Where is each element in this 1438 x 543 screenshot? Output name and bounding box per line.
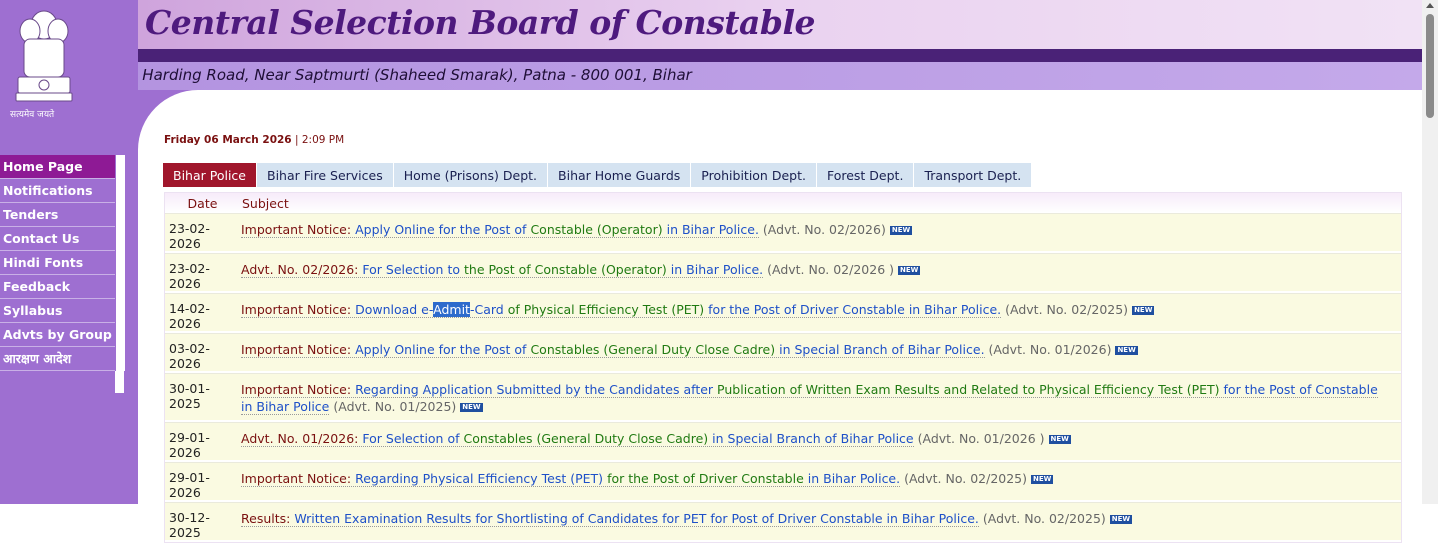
table-row: 29-01-2026 Important Notice: Regarding P…: [165, 462, 1401, 502]
nav-item-reservation-order[interactable]: आरक्षण आदेश: [0, 347, 125, 371]
nav-item-hindi-fonts[interactable]: Hindi Fonts: [0, 251, 125, 275]
notice-link[interactable]: Results: Written Examination Results for…: [241, 511, 979, 527]
notice-link[interactable]: Important Notice: Regarding Physical Eff…: [241, 471, 901, 487]
header-stripe: [112, 49, 1422, 62]
row-date: 23-02-2026: [169, 261, 210, 291]
table-row: 30-12-2025 Results: Written Examination …: [165, 502, 1401, 542]
tab-bihar-home-guards[interactable]: Bihar Home Guards: [548, 163, 692, 187]
table-row: 23-02-2026 Important Notice: Apply Onlin…: [165, 213, 1401, 253]
new-badge-icon: NEW: [898, 266, 921, 275]
table-row: 03-02-2026 Important Notice: Apply Onlin…: [165, 333, 1401, 373]
row-subject: Important Notice: Apply Online for the P…: [241, 342, 1138, 358]
row-date: 29-01-2026: [169, 470, 210, 500]
nav-spacer: [0, 371, 124, 393]
page-scrollbar[interactable]: [1422, 0, 1438, 504]
row-date: 23-02-2026: [169, 221, 210, 251]
nav-item-syllabus[interactable]: Syllabus: [0, 299, 125, 323]
date-time-bar: Friday 06 March 2026 | 2:09 PM: [164, 134, 344, 146]
new-badge-icon: NEW: [1132, 306, 1155, 315]
site-title: Central Selection Board of Constable: [145, 3, 816, 42]
notice-link[interactable]: Important Notice: Apply Online for the P…: [241, 342, 985, 358]
nav-item-notifications[interactable]: Notifications: [0, 179, 125, 203]
new-badge-icon: NEW: [460, 403, 483, 412]
row-subject: Important Notice: Download e-Admit-Card …: [241, 302, 1155, 318]
row-subject: Important Notice: Regarding Physical Eff…: [241, 471, 1054, 487]
emblem-motto: सत्यमेव जयते: [10, 110, 55, 120]
table-row: 30-01-2025 Important Notice: Regarding A…: [165, 373, 1401, 422]
nav-item-advts-by-group[interactable]: Advts by Group: [0, 323, 125, 347]
nav-item-tenders[interactable]: Tenders: [0, 203, 125, 227]
new-badge-icon: NEW: [889, 226, 913, 235]
row-subject: Advt. No. 01/2026: For Selection of Cons…: [241, 431, 1071, 447]
row-date: 29-01-2026: [169, 430, 210, 460]
row-subject: Advt. No. 02/2026: For Selection to the …: [241, 262, 921, 278]
tab-home-prisons-dept[interactable]: Home (Prisons) Dept.: [393, 163, 549, 187]
current-date: Friday 06 March 2026: [164, 134, 292, 146]
table-row: 14-02-2026 Important Notice: Download e-…: [165, 293, 1401, 333]
row-subject: Results: Written Examination Results for…: [241, 511, 1133, 527]
notice-link[interactable]: Important Notice: Download e-Admit-Card …: [241, 302, 1002, 318]
sidebar-nav: Home Page Notifications Tenders Contact …: [0, 155, 125, 393]
row-date: 30-12-2025: [169, 510, 210, 540]
column-header-date: Date: [187, 195, 218, 211]
tab-bihar-fire-services[interactable]: Bihar Fire Services: [257, 163, 394, 187]
column-header-subject: Subject: [242, 195, 289, 211]
nav-item-home-page[interactable]: Home Page: [0, 155, 125, 179]
site-address: 5 Harding Road, Near Saptmurti (Shaheed …: [128, 66, 692, 84]
notices-table: Date Subject 23-02-2026 Important Notice…: [164, 192, 1402, 543]
row-date: 03-02-2026: [169, 341, 210, 371]
row-subject: Important Notice: Apply Online for the P…: [241, 222, 913, 238]
table-row: 29-01-2026 Advt. No. 01/2026: For Select…: [165, 422, 1401, 462]
row-date: 14-02-2026: [169, 301, 210, 331]
date-separator: |: [294, 134, 299, 146]
new-badge-icon: NEW: [1031, 475, 1054, 484]
scroll-up-arrow-icon[interactable]: [1426, 3, 1434, 8]
row-date: 30-01-2025: [169, 381, 210, 411]
nav-item-contact-us[interactable]: Contact Us: [0, 227, 125, 251]
new-badge-icon: NEW: [1115, 346, 1138, 355]
notice-link[interactable]: Advt. No. 02/2026: For Selection to the …: [241, 262, 764, 278]
tab-forest-dept[interactable]: Forest Dept.: [816, 163, 915, 187]
current-time: 2:09 PM: [301, 134, 345, 146]
tab-transport-dept[interactable]: Transport Dept.: [914, 163, 1033, 187]
new-badge-icon: NEW: [1048, 435, 1071, 444]
notice-link[interactable]: Advt. No. 01/2026: For Selection of Cons…: [241, 431, 914, 447]
ashoka-emblem-icon: [15, 10, 73, 102]
row-subject: Important Notice: Regarding Application …: [241, 382, 1378, 415]
scrollbar-thumb[interactable]: [1426, 14, 1434, 118]
notice-link[interactable]: Important Notice: Apply Online for the P…: [241, 222, 759, 238]
tab-prohibition-dept[interactable]: Prohibition Dept.: [691, 163, 817, 187]
nav-item-feedback[interactable]: Feedback: [0, 275, 125, 299]
department-tabs: Bihar Police Bihar Fire Services Home (P…: [163, 163, 1033, 187]
new-badge-icon: NEW: [1109, 515, 1133, 524]
table-row: 23-02-2026 Advt. No. 02/2026: For Select…: [165, 253, 1401, 293]
table-header: Date Subject: [165, 193, 1401, 213]
tab-bihar-police[interactable]: Bihar Police: [163, 163, 257, 187]
